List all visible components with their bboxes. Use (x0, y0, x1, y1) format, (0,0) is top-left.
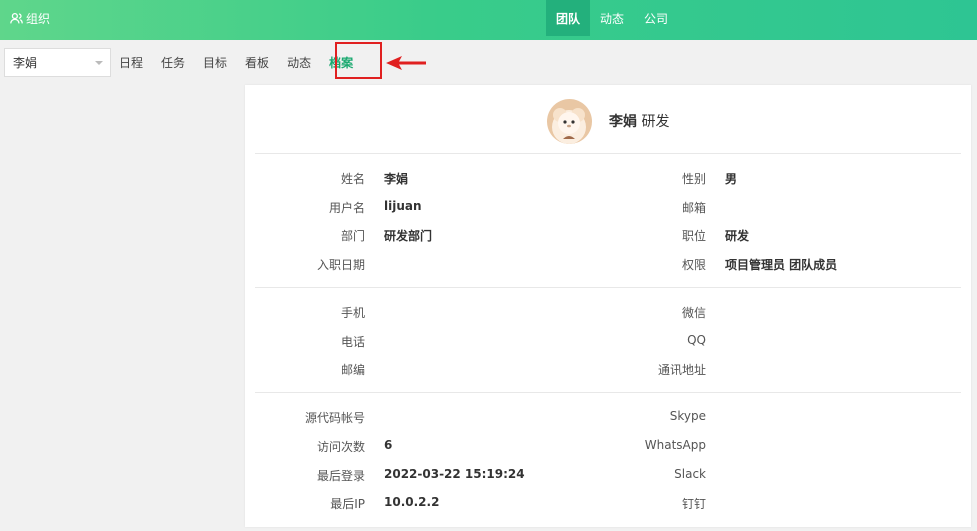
username-label: 用户名 (328, 201, 365, 215)
tab-goals[interactable]: 目标 (194, 48, 236, 77)
user-select-value: 李娟 (13, 56, 38, 70)
info-row: 电话 QQ (245, 333, 971, 349)
mobile-label: 手机 (340, 306, 365, 320)
nav-company[interactable]: 公司 (634, 0, 678, 36)
tab-profile[interactable]: 档案 (320, 48, 362, 77)
address-label: 通讯地址 (657, 363, 706, 377)
phone-label: 电话 (340, 335, 365, 349)
avatar (547, 98, 592, 144)
source-account-label: 源代码帐号 (304, 411, 365, 425)
divider (255, 287, 961, 288)
profile-card: 李娟 研发 姓名 李娟 性别 男 用户名 lijuan 邮箱 部门 研发部门 职… (245, 85, 971, 527)
info-row: 姓名 李娟 性别 男 (245, 170, 971, 186)
skype-label: Skype (669, 409, 706, 423)
info-row: 邮编 通讯地址 (245, 361, 971, 377)
sub-nav: 日程 任务 目标 看板 动态 档案 (110, 48, 362, 77)
profile-header: 李娟 研发 (547, 98, 669, 144)
info-row: 用户名 lijuan 邮箱 (245, 199, 971, 215)
position-value: 研发 (725, 229, 750, 243)
user-group-icon (10, 12, 23, 23)
department-value: 研发部门 (384, 229, 433, 243)
nav-team[interactable]: 团队 (546, 0, 591, 36)
top-header: 组织 团队 动态 公司 (0, 0, 977, 40)
zipcode-label: 邮编 (340, 363, 365, 377)
name-label: 姓名 (340, 172, 365, 186)
tab-schedule[interactable]: 日程 (110, 48, 152, 77)
name-value: 李娟 (384, 172, 409, 186)
info-row: 最后IP 10.0.2.2 钉钉 (245, 495, 971, 511)
divider (255, 392, 961, 393)
whatsapp-label: WhatsApp (644, 438, 706, 452)
last-login-value: 2022-03-22 15:19:24 (384, 467, 525, 481)
last-ip-value: 10.0.2.2 (384, 495, 440, 509)
permission-value: 项目管理员 团队成员 (725, 258, 838, 272)
chevron-down-icon (95, 61, 103, 65)
info-row: 入职日期 权限 项目管理员 团队成员 (245, 256, 971, 272)
qq-label: QQ (687, 333, 706, 347)
department-label: 部门 (340, 229, 365, 243)
info-row: 手机 微信 (245, 304, 971, 320)
tab-tasks[interactable]: 任务 (152, 48, 194, 77)
brand-label: 组织 (26, 11, 51, 26)
permission-label: 权限 (681, 258, 706, 272)
info-row: 最后登录 2022-03-22 15:19:24 Slack (245, 467, 971, 483)
visits-label: 访问次数 (316, 440, 365, 454)
email-label: 邮箱 (681, 201, 706, 215)
tab-kanban[interactable]: 看板 (236, 48, 278, 77)
last-login-label: 最后登录 (316, 469, 365, 483)
tab-dynamic[interactable]: 动态 (278, 48, 320, 77)
gender-value: 男 (725, 172, 738, 186)
profile-role: 研发 (641, 114, 670, 130)
divider (255, 153, 961, 154)
info-row: 访问次数 6 WhatsApp (245, 438, 971, 454)
profile-name: 李娟 研发 (609, 111, 669, 131)
position-label: 职位 (681, 229, 706, 243)
top-nav: 团队 动态 公司 (546, 0, 678, 40)
nav-activity[interactable]: 动态 (590, 0, 634, 36)
org-brand[interactable]: 组织 (10, 0, 50, 36)
username-value: lijuan (384, 199, 422, 213)
last-ip-label: 最后IP (330, 497, 365, 511)
info-row: 部门 研发部门 职位 研发 (245, 227, 971, 243)
user-select[interactable]: 李娟 (4, 48, 111, 77)
arrow-left-icon (386, 56, 426, 70)
profile-username: 李娟 (609, 114, 637, 130)
dingtalk-label: 钉钉 (681, 497, 706, 511)
gender-label: 性别 (681, 172, 706, 186)
slack-label: Slack (674, 467, 706, 481)
wechat-label: 微信 (681, 306, 706, 320)
info-row: 源代码帐号 Skype (245, 409, 971, 425)
visits-value: 6 (384, 438, 393, 452)
join-date-label: 入职日期 (316, 258, 365, 272)
